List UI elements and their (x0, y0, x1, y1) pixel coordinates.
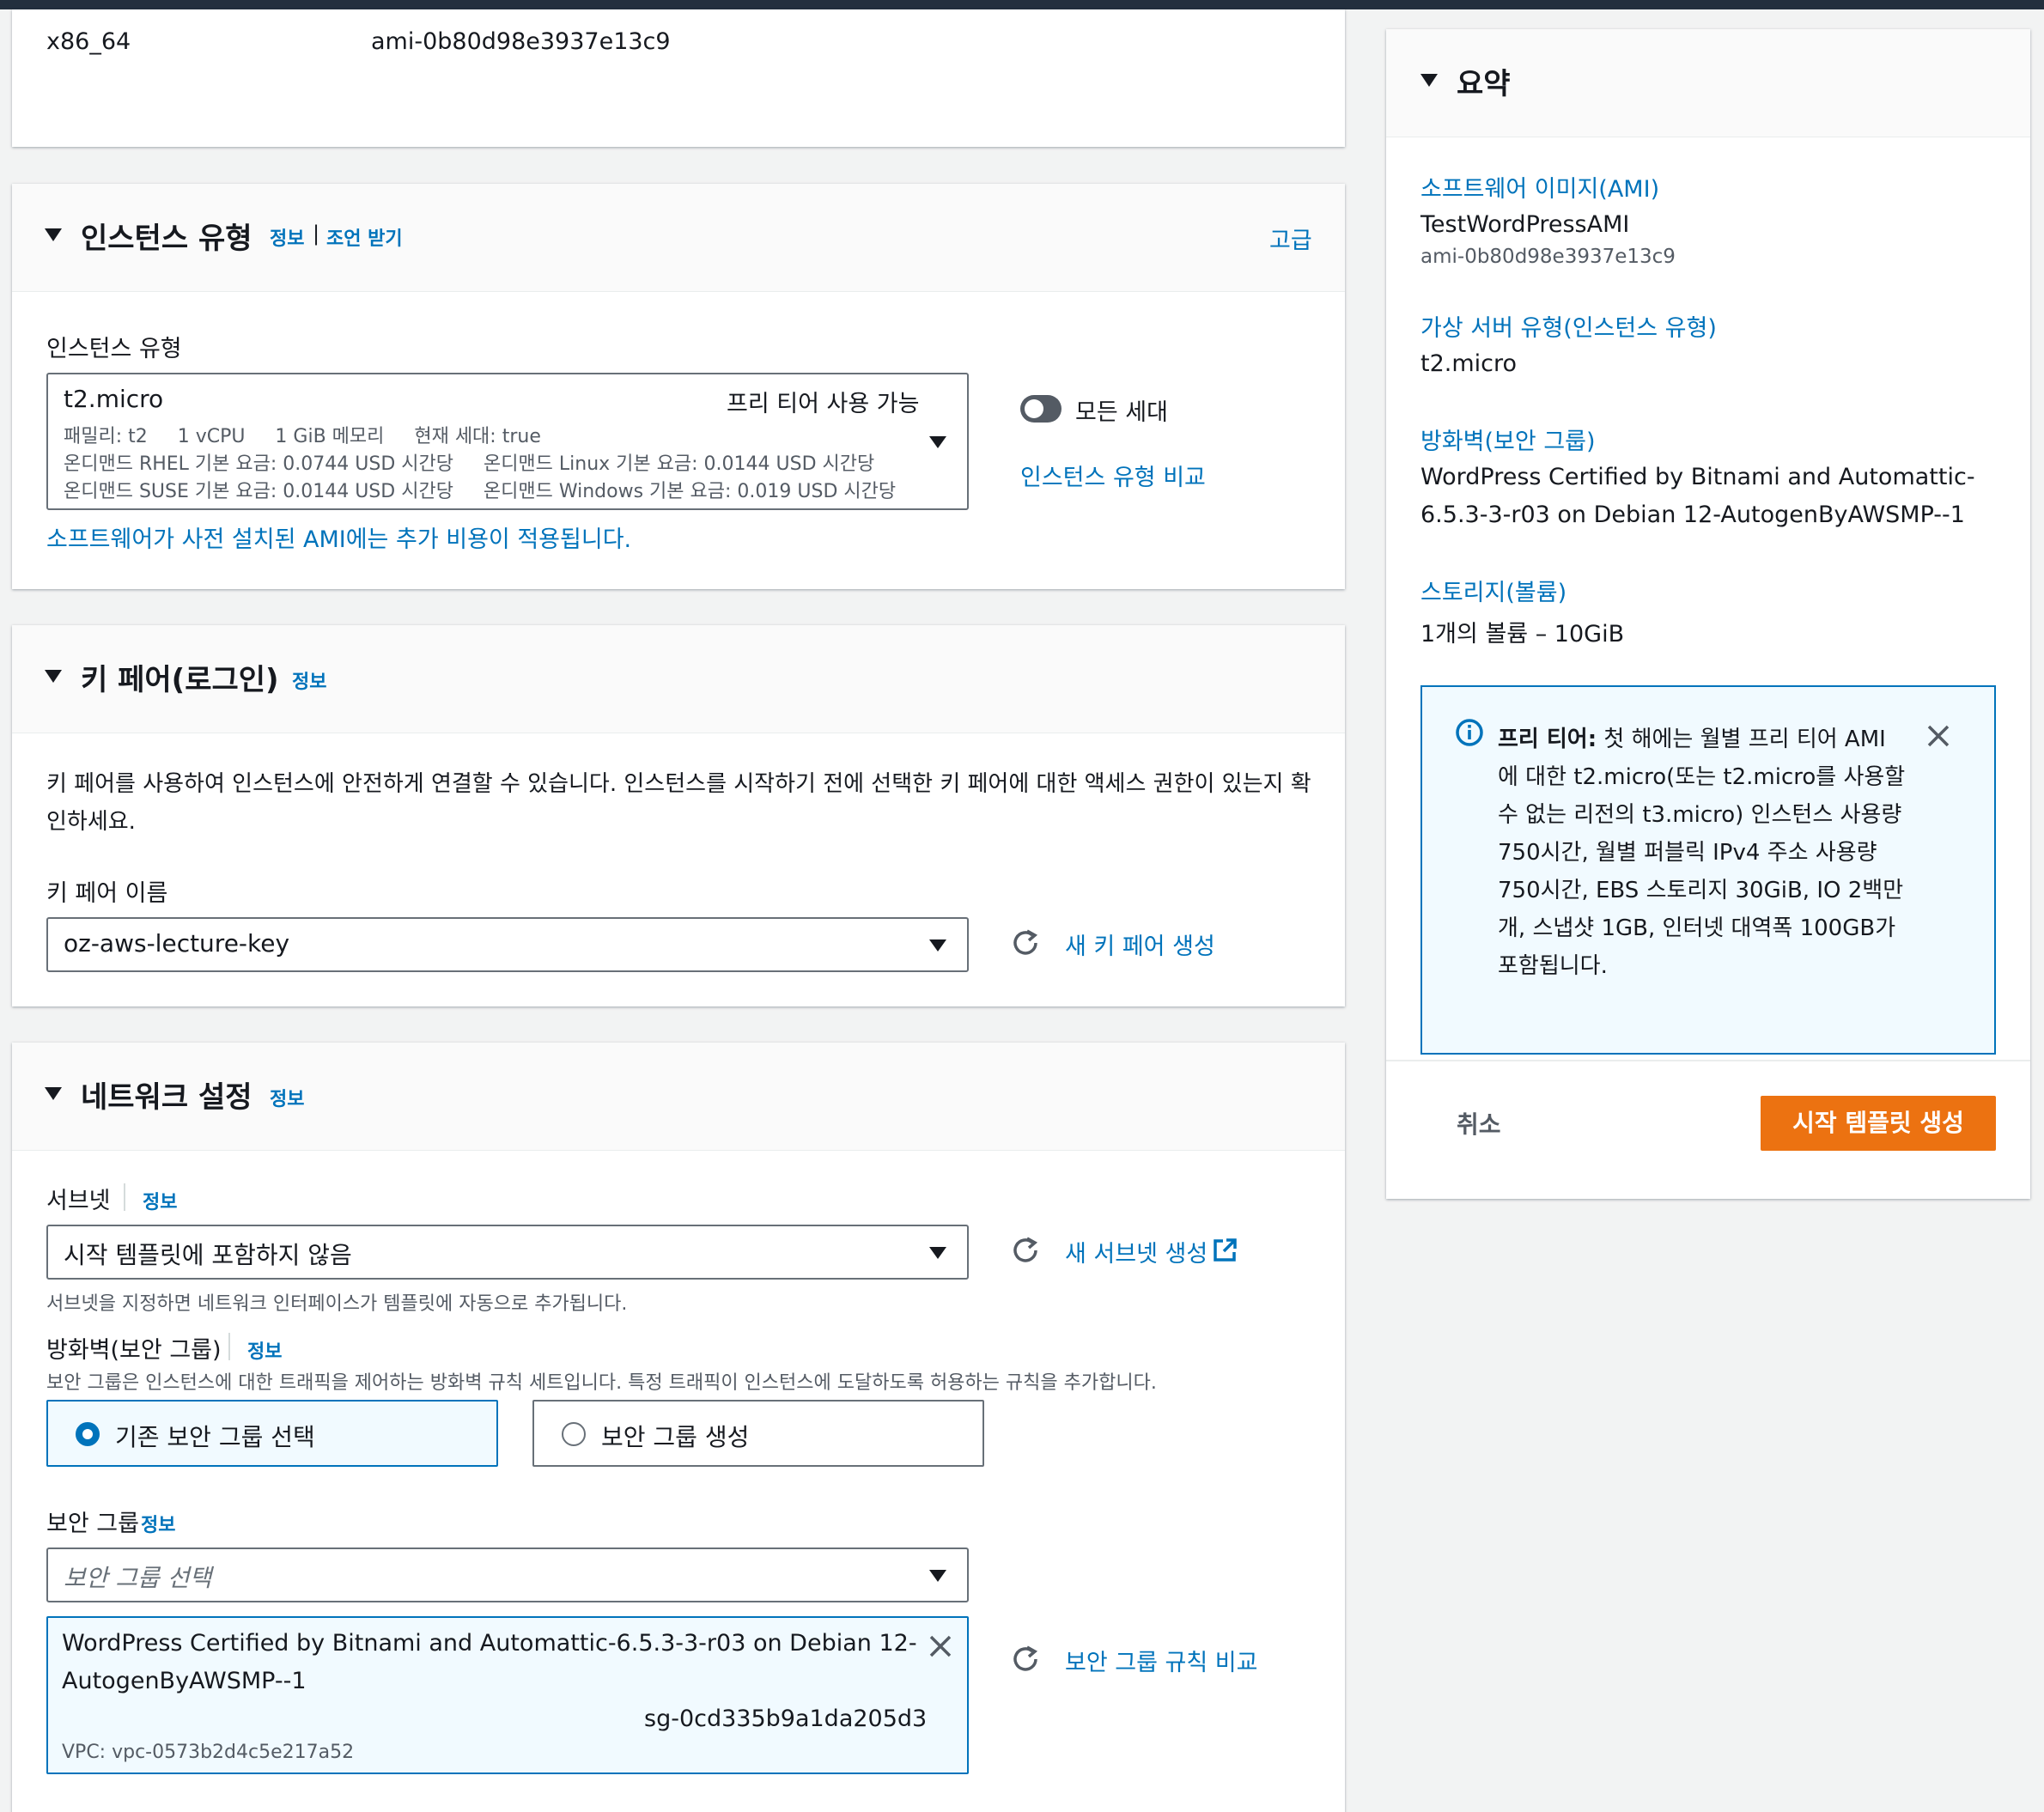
subnet-label: 서브넷 (46, 1188, 111, 1214)
compare-sg-rules-link[interactable]: 보안 그룹 규칙 비교 (1065, 1644, 1257, 1677)
create-key-pair-link[interactable]: 새 키 페어 생성 (1065, 927, 1215, 961)
refresh-icon[interactable] (1010, 1644, 1041, 1675)
ami-id: ami-0b80d98e3937e13c9 (371, 28, 671, 55)
collapse-caret-icon[interactable] (1420, 74, 1438, 87)
ami-architecture: x86_64 (46, 28, 131, 55)
info-link[interactable]: 정보 (292, 666, 326, 694)
firewall-description: 보안 그룹은 인스턴스에 대한 트래픽을 제어하는 방화벽 규칙 세트입니다. … (46, 1372, 1157, 1394)
create-sg-label: 보안 그룹 생성 (601, 1423, 750, 1451)
security-group-select[interactable]: 보안 그룹 선택 (46, 1547, 969, 1602)
instance-type-specs: 패밀리: t2 1 vCPU 1 GiB 메모리 현재 세대: true (64, 426, 541, 447)
summary-storage-link[interactable]: 스토리지(볼륨) (1420, 574, 1566, 607)
chevron-down-icon (929, 1247, 946, 1259)
collapse-caret-icon[interactable] (45, 670, 62, 683)
chevron-down-icon (929, 1570, 946, 1582)
free-tier-line-6: 개, 스냅샷 1GB, 인터넷 대역폭 100GB가 (1498, 915, 1896, 941)
refresh-icon[interactable] (1010, 927, 1041, 958)
free-tier-line-4: 750시간, 월별 퍼블릭 IPv4 주소 사용량 (1498, 840, 1877, 866)
free-tier-line-5: 750시간, EBS 스토리지 30GiB, IO 2백만 (1498, 878, 1904, 903)
instance-type-name: t2.micro (64, 385, 164, 413)
summary-title: 요약 (1457, 67, 1511, 101)
instance-type-select[interactable]: t2.micro 프리 티어 사용 가능 패밀리: t2 1 vCPU 1 Gi… (46, 373, 969, 510)
all-generations-toggle[interactable] (1020, 395, 1062, 423)
sg-token-id: sg-0cd335b9a1da205d3 (644, 1706, 928, 1732)
instance-type-pricing-2: 온디맨드 SUSE 기본 요금: 0.0144 USD 시간당 온디맨드 Win… (64, 481, 897, 502)
close-icon[interactable] (1925, 723, 1951, 749)
security-group-label: 보안 그룹 (46, 1511, 139, 1537)
instance-type-pricing-1: 온디맨드 RHEL 기본 요금: 0.0744 USD 시간당 온디맨드 Lin… (64, 453, 875, 475)
network-settings-panel: 네트워크 설정 정보 서브넷 정보 시작 템플릿에 포함하지 않음 새 서브넷 … (12, 1043, 1345, 1812)
summary-ami-link[interactable]: 소프트웨어 이미지(AMI) (1420, 170, 1659, 204)
external-link-icon[interactable] (1211, 1237, 1238, 1264)
label-divider (124, 1183, 125, 1211)
existing-security-group-option[interactable]: 기존 보안 그룹 선택 (46, 1400, 498, 1467)
link-separator: | (313, 222, 320, 246)
all-generations-label: 모든 세대 (1075, 399, 1168, 426)
chevron-down-icon (929, 939, 946, 952)
free-tier-alert: 프리 티어: 첫 해에는 월별 프리 티어 AMI 에 대한 t2.micro(… (1420, 685, 1996, 1055)
key-pair-select[interactable]: oz-aws-lecture-key (46, 917, 969, 972)
ami-cost-note[interactable]: 소프트웨어가 사전 설치된 AMI에는 추가 비용이 적용됩니다. (46, 520, 631, 554)
create-subnet-link[interactable]: 새 서브넷 생성 (1065, 1235, 1208, 1268)
sg-token-name-1: WordPress Certified by Bitnami and Autom… (62, 1630, 917, 1657)
info-link[interactable]: 정보 (270, 1084, 304, 1111)
security-group-placeholder: 보안 그룹 선택 (64, 1564, 212, 1592)
free-tier-line-1: 프리 티어: 첫 해에는 월별 프리 티어 AMI (1498, 727, 1886, 752)
summary-instance-type-link[interactable]: 가상 서버 유형(인스턴스 유형) (1420, 309, 1717, 343)
subnet-value: 시작 템플릿에 포함하지 않음 (64, 1241, 352, 1269)
security-group-info-link[interactable]: 정보 (141, 1510, 175, 1537)
advice-link[interactable]: 조언 받기 (326, 223, 403, 251)
info-link[interactable]: 정보 (270, 223, 304, 251)
free-tier-line-2: 에 대한 t2.micro(또는 t2.micro를 사용할 (1498, 764, 1906, 790)
key-pair-description-1: 키 페어를 사용하여 인스턴스에 안전하게 연결할 수 있습니다. 인스턴스를 … (46, 771, 1311, 797)
summary-storage-value: 1개의 볼륨 – 10GiB (1420, 621, 1625, 648)
free-tier-eligible: 프리 티어 사용 가능 (727, 391, 920, 417)
ami-panel: x86_64 ami-0b80d98e3937e13c9 (12, 9, 1345, 147)
create-launch-template-label: 시작 템플릿 생성 (1792, 1109, 1964, 1137)
summary-instance-type-value: t2.micro (1420, 350, 1518, 377)
chevron-down-icon (929, 436, 946, 448)
key-pair-name-label: 키 페어 이름 (46, 880, 168, 907)
compare-instance-types-link[interactable]: 인스턴스 유형 비교 (1020, 459, 1206, 492)
instance-type-panel: 인스턴스 유형 정보 | 조언 받기 고급 인스턴스 유형 t2.micro 프… (12, 184, 1345, 589)
info-icon (1456, 719, 1483, 746)
radio-selected-icon[interactable] (76, 1422, 100, 1446)
subnet-select[interactable]: 시작 템플릿에 포함하지 않음 (46, 1225, 969, 1280)
firewall-info-link[interactable]: 정보 (247, 1336, 282, 1364)
key-pair-description-2: 인하세요. (46, 809, 136, 835)
collapse-caret-icon[interactable] (45, 1087, 62, 1100)
section-title: 키 페어(로그인) (81, 663, 279, 697)
summary-firewall-value-2: 6.5.3-3-r03 on Debian 12-AutogenByAWSMP-… (1420, 502, 1965, 528)
advanced-link[interactable]: 고급 (1269, 222, 1312, 255)
summary-ami-id: ami-0b80d98e3937e13c9 (1420, 246, 1676, 268)
subnet-info-link[interactable]: 정보 (143, 1187, 177, 1214)
free-tier-line-7: 포함됩니다. (1498, 953, 1608, 979)
section-title: 인스턴스 유형 (81, 222, 252, 256)
key-pair-value: oz-aws-lecture-key (64, 929, 290, 958)
summary-firewall-link[interactable]: 방화벽(보안 그룹) (1420, 423, 1596, 456)
label-divider (228, 1333, 230, 1360)
sg-token-name-2: AutogenByAWSMP--1 (62, 1668, 307, 1694)
radio-unselected-icon[interactable] (562, 1422, 586, 1446)
close-icon[interactable] (928, 1633, 953, 1659)
summary-firewall-value-1: WordPress Certified by Bitnami and Autom… (1420, 464, 1975, 490)
refresh-icon[interactable] (1010, 1235, 1041, 1266)
sg-token-vpc: VPC: vpc-0573b2d4c5e217a52 (62, 1742, 355, 1763)
cancel-button[interactable]: 취소 (1457, 1106, 1501, 1140)
summary-panel: 요약 소프트웨어 이미지(AMI) TestWordPressAMI ami-0… (1386, 29, 2030, 1199)
security-group-token: WordPress Certified by Bitnami and Autom… (46, 1616, 969, 1774)
instance-type-label: 인스턴스 유형 (46, 336, 182, 362)
create-launch-template-button[interactable]: 시작 템플릿 생성 (1761, 1096, 1996, 1151)
subnet-hint: 서브넷을 지정하면 네트워크 인터페이스가 템플릿에 자동으로 추가됩니다. (46, 1293, 628, 1315)
free-tier-line-3: 수 없는 리전의 t3.micro) 인스턴스 사용량 (1498, 802, 1902, 828)
top-nav-bar (0, 0, 2044, 9)
create-security-group-option[interactable]: 보안 그룹 생성 (532, 1400, 984, 1467)
key-pair-panel: 키 페어(로그인) 정보 키 페어를 사용하여 인스턴스에 안전하게 연결할 수… (12, 625, 1345, 1006)
collapse-caret-icon[interactable] (45, 228, 62, 241)
existing-sg-label: 기존 보안 그룹 선택 (115, 1423, 315, 1451)
summary-footer-divider (1386, 1060, 2030, 1061)
summary-ami-name: TestWordPressAMI (1420, 211, 1630, 238)
firewall-label: 방화벽(보안 그룹) (46, 1337, 222, 1364)
section-title: 네트워크 설정 (81, 1080, 252, 1115)
